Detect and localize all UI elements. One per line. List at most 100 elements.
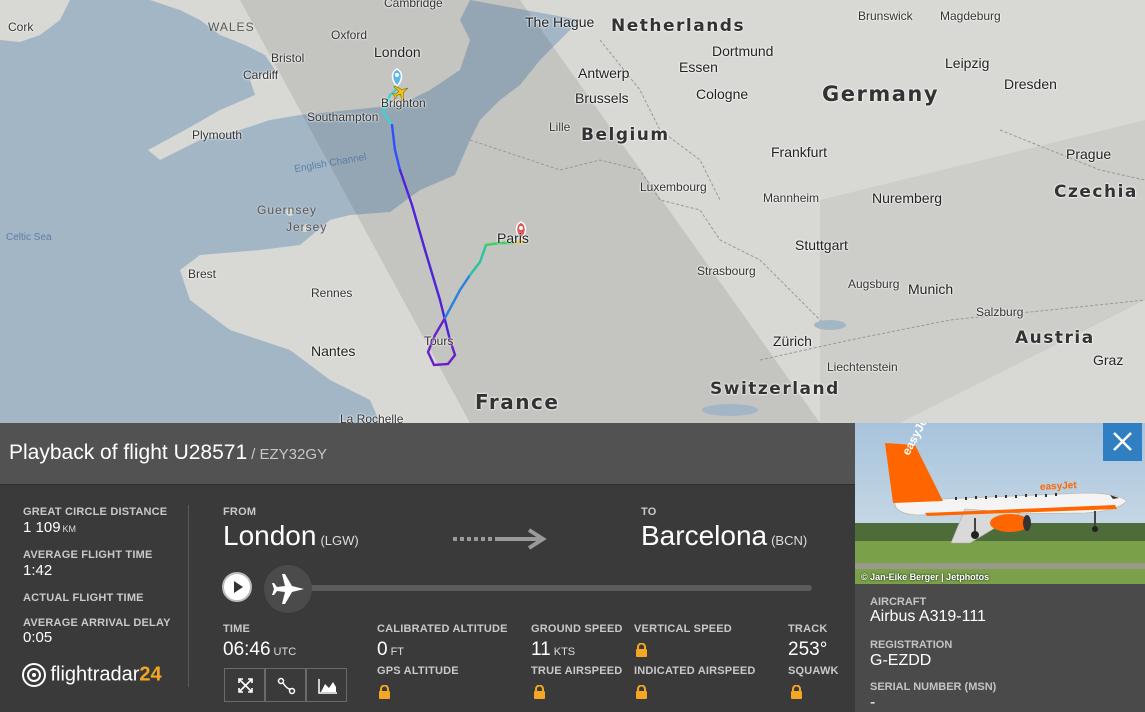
timeline-handle[interactable] [264,565,312,613]
map-label-salzburg: Salzburg [976,305,1024,319]
panel-divider [188,505,189,687]
actual-flight-time-label: ACTUAL FLIGHT TIME [23,592,144,604]
ground-speed-unit: KTS [553,646,576,658]
radar-icon [22,663,46,687]
indicated-airspeed-label: INDICATED AIRSPEED [634,665,756,677]
ground-speed-value: 11 KTS [531,639,575,661]
time-label: TIME [223,623,251,635]
chart-icon [318,679,337,694]
lock-icon[interactable] [378,685,391,699]
time-number: 06:46 [223,639,271,660]
gps-altitude-label: GPS ALTITUDE [377,665,459,677]
registration-label: REGISTRATION [870,639,953,651]
ground-speed-number: 11 [531,639,551,660]
from-label: FROM [223,506,257,518]
serial-number-value: - [870,694,876,711]
map-label-southampton: Southampton [307,110,379,124]
photo-credit[interactable]: © Jan-Eike Berger | Jetphotos [861,572,989,582]
map-label-augsburg: Augsburg [848,277,900,291]
great-circle-number: 1 109 [23,519,61,536]
map-label-austria: Austria [1015,328,1095,348]
map-label-wales: WALES [208,20,255,34]
map-label-munich: Munich [908,281,954,297]
great-circle-unit: KM [62,524,77,534]
map-label-lille: Lille [549,120,571,134]
expand-button[interactable] [224,668,265,702]
serial-number-label: SERIAL NUMBER (MSN) [870,681,997,693]
to-city-name: Barcelona [641,520,768,551]
route-button[interactable] [265,668,306,702]
map-label-essen: Essen [679,59,718,75]
fuselage-livery-text: easyJet [1039,480,1077,493]
map-label-cork: Cork [8,20,34,34]
page-title: Playback of flight U28571/ EZY32GY [9,441,327,465]
map-label-belgium: Belgium [581,125,670,145]
route-icon [277,677,296,695]
map-label-luxembourg: Luxembourg [640,180,707,194]
close-icon [1113,432,1132,451]
map-label-london: London [374,44,421,60]
callsign: / EZY32GY [251,446,328,463]
panel-header: Playback of flight U28571/ EZY32GY [0,423,855,485]
playback-timeline[interactable] [297,585,812,591]
arrow-right-icon [453,528,547,550]
map-label-antwerp: Antwerp [578,65,630,81]
from-city-name: London [223,520,317,551]
close-button[interactable] [1103,423,1142,461]
map-label-cologne: Cologne [696,86,749,102]
map-label-strasbourg: Strasbourg [697,264,756,278]
plane-icon [272,574,304,604]
true-airspeed-label: TRUE AIRSPEED [531,665,623,677]
map-label-brest: Brest [188,267,217,281]
ground-speed-label: GROUND SPEED [531,623,623,635]
time-unit: UTC [273,646,297,658]
avg-flight-time-label: AVERAGE FLIGHT TIME [23,549,153,561]
map-label-magdeburg: Magdeburg [940,9,1001,23]
map-label-graz: Graz [1093,352,1124,368]
aircraft-image [855,423,1145,584]
lock-icon[interactable] [635,643,648,657]
map-label-leipzig: Leipzig [945,55,990,71]
flight-map[interactable]: Cork WALES Bristol Oxford Cambridge Lond… [0,0,1145,423]
map-label-switzerland: Switzerland [710,379,840,399]
map-label-the-hague: The Hague [525,14,595,30]
map-label-dortmund: Dortmund [712,43,774,59]
avg-arrival-delay-value: 0:05 [23,629,53,646]
map-label-liechtenstein: Liechtenstein [827,360,898,374]
map-label-zurich: Zürich [773,333,812,349]
map-label-prague: Prague [1066,146,1112,162]
map-label-netherlands: Netherlands [611,16,746,36]
map-label-guernsey: Guernsey [257,203,318,217]
logo-number: 24 [139,663,162,686]
lock-icon[interactable] [790,685,803,699]
cal-alt-number: 0 [377,639,388,660]
map-label-cambridge: Cambridge [384,0,443,10]
map-label-paris: Paris [497,230,529,246]
map-label-nantes: Nantes [311,343,356,359]
logo-text: flightradar [50,663,140,686]
play-button[interactable] [222,572,252,602]
track-label: TRACK [788,623,828,635]
map-label-tours: Tours [424,334,454,348]
aircraft-label: AIRCRAFT [870,596,927,608]
flight-title: Playback of flight U28571 [9,441,248,464]
lock-icon[interactable] [533,685,546,699]
map-label-brighton: Brighton [381,96,426,110]
chart-button[interactable] [306,668,347,702]
lock-icon[interactable] [635,685,648,699]
map-label-la-rochelle: La Rochelle [340,412,404,423]
great-circle-label: GREAT CIRCLE DISTANCE [23,506,168,518]
map-label-brussels: Brussels [575,90,629,106]
map-label-brunswick: Brunswick [858,9,913,23]
map-label-stuttgart: Stuttgart [795,237,848,253]
map-label-cardiff: Cardiff [243,68,279,82]
map-label-france: France [475,390,560,414]
flightradar24-logo[interactable]: flightradar24 [22,662,162,688]
map-label-czechia: Czechia [1054,182,1138,202]
to-label: TO [641,506,657,518]
cal-alt-unit: FT [390,646,405,658]
map-label-germany: Germany [822,82,940,106]
map-label-celtic-sea: Celtic Sea [6,232,52,243]
aircraft-photo[interactable]: easyJet easyJet © Jan-Eike Berger | Jetp… [855,423,1145,584]
from-city: London (LGW) [223,520,359,552]
